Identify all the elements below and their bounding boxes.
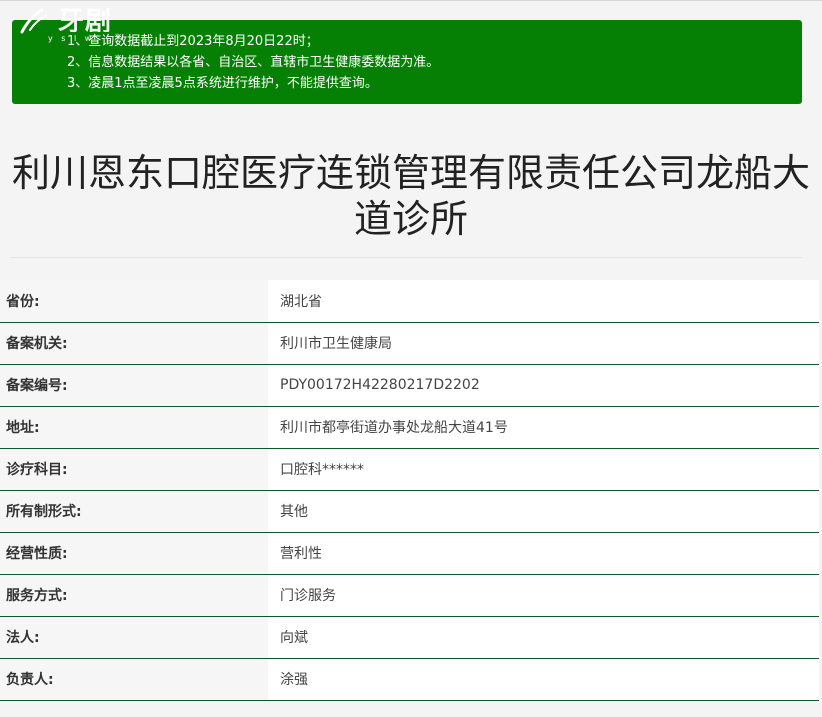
field-label: 诊疗科目: bbox=[0, 448, 268, 491]
table-row: 服务方式: 门诊服务 bbox=[0, 574, 819, 617]
field-value: 营利性 bbox=[268, 532, 819, 575]
field-value: 门诊服务 bbox=[268, 574, 819, 617]
field-label: 法人: bbox=[0, 616, 268, 659]
table-row: 备案编号: PDY00172H42280217D2202 bbox=[0, 364, 819, 407]
table-row: 负责人: 涂强 bbox=[0, 658, 819, 701]
field-label: 负责人: bbox=[0, 658, 268, 701]
field-value: 利川市都亭街道办事处龙船大道41号 bbox=[268, 406, 819, 449]
table-row: 省份: 湖北省 bbox=[0, 280, 819, 323]
table-row: 地址: 利川市都亭街道办事处龙船大道41号 bbox=[0, 406, 819, 449]
field-value: 湖北省 bbox=[268, 280, 819, 323]
field-value: PDY00172H42280217D2202 bbox=[268, 364, 819, 407]
field-label: 省份: bbox=[0, 280, 268, 323]
title-divider bbox=[10, 257, 802, 258]
tooth-logo-icon bbox=[20, 8, 47, 34]
table-row: 所有制形式: 其他 bbox=[0, 490, 819, 533]
top-divider bbox=[0, 0, 822, 1]
field-label: 服务方式: bbox=[0, 574, 268, 617]
field-label: 备案编号: bbox=[0, 364, 268, 407]
field-value: 向斌 bbox=[268, 616, 819, 659]
field-value: 利川市卫生健康局 bbox=[268, 322, 819, 365]
table-row: 经营性质: 营利性 bbox=[0, 532, 819, 575]
field-value: 口腔科****** bbox=[268, 448, 819, 491]
notice-line: 2、信息数据结果以各省、自治区、直辖市卫生健康委数据为准。 bbox=[67, 55, 440, 70]
field-label: 地址: bbox=[0, 406, 268, 449]
field-label: 备案机关: bbox=[0, 322, 268, 365]
table-row: 法人: 向斌 bbox=[0, 616, 819, 659]
notice-line: 3、凌晨1点至凌晨5点系统进行维护，不能提供查询。 bbox=[67, 76, 378, 91]
table-row: 备案机关: 利川市卫生健康局 bbox=[0, 322, 819, 365]
logo-subtext: y s l w bbox=[48, 34, 95, 43]
field-label: 经营性质: bbox=[0, 532, 268, 575]
logo-text: 牙剧丽 bbox=[58, 7, 113, 32]
table-row: 诊疗科目: 口腔科****** bbox=[0, 448, 819, 491]
page-title: 利川恩东口腔医疗连锁管理有限责任公司龙船大道诊所 bbox=[11, 151, 810, 241]
info-table: 省份: 湖北省 备案机关: 利川市卫生健康局 备案编号: PDY00172H42… bbox=[0, 280, 819, 701]
field-value: 其他 bbox=[268, 490, 819, 533]
field-label: 所有制形式: bbox=[0, 490, 268, 533]
field-value: 涂强 bbox=[268, 658, 819, 701]
site-logo[interactable]: 牙剧丽 y s l w bbox=[18, 4, 138, 46]
